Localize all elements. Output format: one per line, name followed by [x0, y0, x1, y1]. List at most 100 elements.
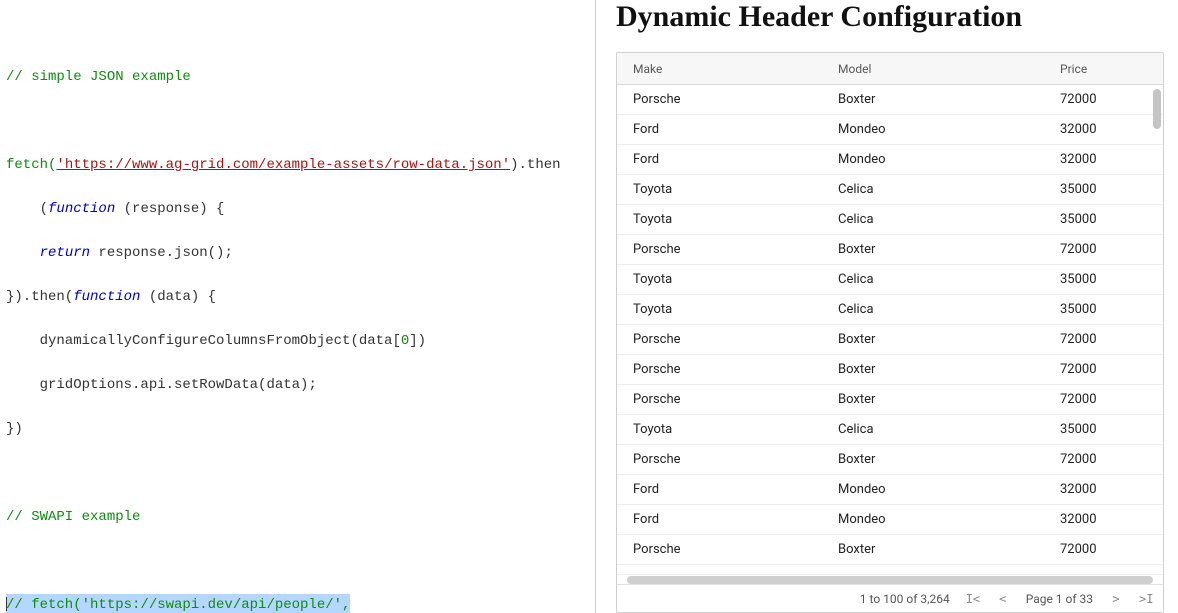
- page-title: Dynamic Header Configuration: [616, 0, 1164, 34]
- code-comment: // fetch('https://swapi.dev/api/people/'…: [6, 597, 350, 613]
- cell-price: 32000: [1054, 152, 1163, 167]
- grid-body[interactable]: PorscheBoxter72000FordMondeo32000FordMon…: [617, 85, 1163, 574]
- pager-last-icon[interactable]: >I: [1139, 592, 1153, 606]
- preview-pane: Dynamic Header Configuration Make Model …: [596, 0, 1178, 613]
- code-text: (data) {: [140, 289, 216, 305]
- table-row[interactable]: PorscheBoxter72000: [617, 445, 1163, 475]
- cell-price: 35000: [1054, 182, 1163, 197]
- table-row[interactable]: PorscheBoxter72000: [617, 385, 1163, 415]
- cell-make: Ford: [617, 482, 832, 497]
- table-row[interactable]: ToyotaCelica35000: [617, 205, 1163, 235]
- cell-price: 72000: [1054, 332, 1163, 347]
- code-editor[interactable]: // simple JSON example fetch('https://ww…: [0, 0, 595, 613]
- cell-price: 32000: [1054, 482, 1163, 497]
- code-comment: // simple JSON example: [6, 69, 191, 85]
- vertical-scrollbar[interactable]: [1153, 89, 1161, 572]
- cell-model: Boxter: [832, 242, 1054, 257]
- cell-make: Toyota: [617, 182, 832, 197]
- vertical-scrollbar-thumb[interactable]: [1153, 89, 1161, 129]
- code-keyword: return: [40, 245, 90, 261]
- cell-make: Toyota: [617, 212, 832, 227]
- cell-make: Porsche: [617, 362, 832, 377]
- cell-price: 72000: [1054, 542, 1163, 557]
- cell-price: 72000: [1054, 392, 1163, 407]
- code-fetch: fetch(: [6, 157, 56, 173]
- cell-price: 35000: [1054, 212, 1163, 227]
- code-keyword: function: [73, 289, 140, 305]
- cell-make: Porsche: [617, 242, 832, 257]
- table-row[interactable]: ToyotaCelica35000: [617, 295, 1163, 325]
- code-comment: // SWAPI example: [6, 509, 140, 525]
- table-row[interactable]: FordMondeo32000: [617, 505, 1163, 535]
- cell-make: Toyota: [617, 422, 832, 437]
- pager-range: 1 to 100 of 3,264: [860, 592, 950, 606]
- pager-page: Page 1 of 33: [1026, 592, 1093, 606]
- cell-model: Mondeo: [832, 122, 1054, 137]
- cell-model: Mondeo: [832, 512, 1054, 527]
- code-text: }).then(: [6, 289, 73, 305]
- table-row[interactable]: FordMondeo32000: [617, 475, 1163, 505]
- horizontal-scrollbar-thumb[interactable]: [627, 576, 1153, 584]
- table-row[interactable]: PorscheBoxter72000: [617, 325, 1163, 355]
- col-header-model[interactable]: Model: [832, 62, 1054, 76]
- cell-model: Celica: [832, 302, 1054, 317]
- code-text: ).then: [510, 157, 560, 173]
- cell-price: 72000: [1054, 242, 1163, 257]
- code-text: dynamicallyConfigureColumnsFromObject(da…: [6, 333, 401, 349]
- cell-model: Boxter: [832, 332, 1054, 347]
- code-text: ]): [409, 333, 426, 349]
- code-text: (: [40, 201, 48, 217]
- col-header-make[interactable]: Make: [617, 62, 832, 76]
- code-text: [6, 245, 40, 261]
- cell-make: Porsche: [617, 452, 832, 467]
- cell-model: Celica: [832, 272, 1054, 287]
- cell-price: 32000: [1054, 122, 1163, 137]
- code-text: (response) {: [115, 201, 224, 217]
- pager-next-icon[interactable]: >: [1109, 592, 1123, 606]
- cell-make: Ford: [617, 152, 832, 167]
- horizontal-scrollbar[interactable]: [617, 574, 1163, 584]
- cell-make: Porsche: [617, 332, 832, 347]
- cell-model: Boxter: [832, 392, 1054, 407]
- table-row[interactable]: PorscheBoxter72000: [617, 355, 1163, 385]
- cell-make: Porsche: [617, 92, 832, 107]
- cell-make: Toyota: [617, 302, 832, 317]
- table-row[interactable]: PorscheBoxter72000: [617, 235, 1163, 265]
- table-row[interactable]: ToyotaCelica35000: [617, 175, 1163, 205]
- cell-make: Porsche: [617, 392, 832, 407]
- cell-price: 72000: [1054, 92, 1163, 107]
- cell-price: 32000: [1054, 512, 1163, 527]
- code-keyword: function: [48, 201, 115, 217]
- cell-price: 35000: [1054, 422, 1163, 437]
- cell-model: Boxter: [832, 362, 1054, 377]
- code-text: gridOptions.api.setRowData(data);: [6, 374, 589, 396]
- table-row[interactable]: FordMondeo32000: [617, 145, 1163, 175]
- cell-price: 35000: [1054, 302, 1163, 317]
- table-row[interactable]: PorscheBoxter72000: [617, 535, 1163, 565]
- cell-price: 72000: [1054, 362, 1163, 377]
- cell-model: Celica: [832, 212, 1054, 227]
- table-row[interactable]: ToyotaCelica35000: [617, 415, 1163, 445]
- cell-model: Boxter: [832, 92, 1054, 107]
- cell-model: Celica: [832, 182, 1054, 197]
- cell-model: Celica: [832, 422, 1054, 437]
- data-grid[interactable]: Make Model Price PorscheBoxter72000FordM…: [616, 52, 1164, 613]
- col-header-price[interactable]: Price: [1054, 62, 1163, 76]
- grid-header[interactable]: Make Model Price: [617, 53, 1163, 85]
- code-text: }): [6, 418, 589, 440]
- cell-make: Porsche: [617, 542, 832, 557]
- table-row[interactable]: PorscheBoxter72000: [617, 85, 1163, 115]
- cell-model: Boxter: [832, 542, 1054, 557]
- pager: 1 to 100 of 3,264 I< < Page 1 of 33 > >I: [617, 584, 1163, 612]
- pager-first-icon[interactable]: I<: [966, 592, 980, 606]
- cell-model: Boxter: [832, 452, 1054, 467]
- cell-model: Mondeo: [832, 152, 1054, 167]
- cell-make: Toyota: [617, 272, 832, 287]
- cell-model: Mondeo: [832, 482, 1054, 497]
- cell-price: 72000: [1054, 452, 1163, 467]
- code-url: 'https://www.ag-grid.com/example-assets/…: [56, 157, 510, 173]
- table-row[interactable]: FordMondeo32000: [617, 115, 1163, 145]
- cell-make: Ford: [617, 512, 832, 527]
- pager-prev-icon[interactable]: <: [996, 592, 1010, 606]
- table-row[interactable]: ToyotaCelica35000: [617, 265, 1163, 295]
